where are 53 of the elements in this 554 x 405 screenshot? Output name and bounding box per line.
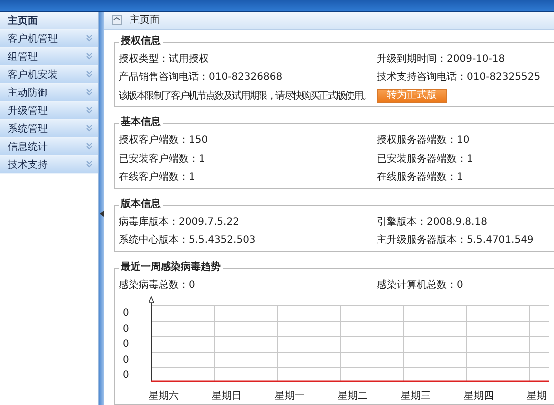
chevron-icon — [86, 71, 93, 78]
info-text: 在线客户端数：1 — [119, 170, 196, 184]
chevron-icon — [86, 161, 93, 168]
info-text: 病毒库版本：2009.7.5.22 — [119, 216, 240, 229]
sidebar-item[interactable]: 客户机安装 — [0, 66, 98, 84]
axis-label: 星期一 — [275, 390, 305, 403]
sidebar-item[interactable]: 升级管理 — [0, 102, 98, 120]
axis-label: 0 — [122, 370, 130, 383]
axis-label: 星期四 — [464, 390, 494, 403]
info-text: 授权服务器端数：10 — [377, 134, 470, 148]
info-text: 技术支持咨询电话：010-82325525 — [377, 70, 541, 84]
info-text: 引擎版本：2008.9.8.18 — [377, 216, 488, 229]
sidebar-item[interactable]: 客户机管理 — [0, 30, 98, 48]
chevron-icon — [86, 53, 93, 60]
info-text: 授权类型：试用授权 — [119, 52, 210, 66]
chevron-icon — [86, 107, 93, 114]
chevron-icon — [86, 35, 93, 42]
info-text: 产品销售咨询电话：010-82326868 — [119, 70, 284, 84]
axis-label: 星期 — [527, 390, 547, 403]
page-title: 主页面 — [130, 14, 160, 28]
collapse-arrow-icon[interactable] — [100, 210, 104, 216]
info-text: 已安装服务器端数：1 — [377, 152, 474, 166]
info-text: 系统中心版本：5.5.4352.503 — [119, 234, 257, 248]
info-text: 授权客户端数：150 — [119, 134, 210, 148]
sidebar-item[interactable]: 主动防御 — [0, 84, 98, 102]
info-text: 升级到期时间：2009-10-18 — [377, 52, 506, 66]
sidebar-item[interactable]: 组管理 — [0, 48, 98, 66]
info-text: 在线服务器端数：1 — [377, 170, 464, 184]
sidebar-item[interactable]: 主页面 — [0, 12, 98, 30]
section-title: 授权信息 — [119, 36, 163, 48]
sidebar-item[interactable]: 系统管理 — [0, 120, 98, 138]
notice-text: 该版本限制了客户机节点数及试用期限，请尽快购买正式版使用。 — [119, 90, 372, 103]
info-text: 主升级服务器版本：5.5.4701.549 — [377, 234, 534, 248]
axis-label: 0 — [122, 308, 130, 321]
section-title: 版本信息 — [119, 198, 163, 210]
axis-label: 0 — [122, 354, 130, 368]
page-icon — [112, 15, 122, 26]
info-text: 已安装客户端数：1 — [119, 152, 206, 166]
axis-label: 0 — [122, 324, 130, 336]
axis-label: 星期三 — [401, 390, 431, 403]
chevron-icon — [86, 125, 93, 132]
sidebar-item[interactable]: 技术支持 — [0, 156, 98, 174]
section-title: 基本信息 — [119, 117, 163, 129]
axis-label: 星期日 — [212, 390, 242, 403]
axis-label: 星期二 — [338, 390, 368, 403]
chevron-icon — [86, 143, 93, 150]
section-title: 最近一周感染病毒趋势 — [119, 262, 223, 274]
chevron-icon — [86, 89, 93, 96]
stat-text: 感染计算机总数：0 — [377, 278, 464, 292]
stat-text: 感染病毒总数：0 — [119, 278, 196, 292]
axis-label: 0 — [122, 339, 130, 352]
axis-label: 星期六 — [149, 390, 179, 403]
sidebar-item[interactable]: 信息统计 — [0, 138, 98, 156]
